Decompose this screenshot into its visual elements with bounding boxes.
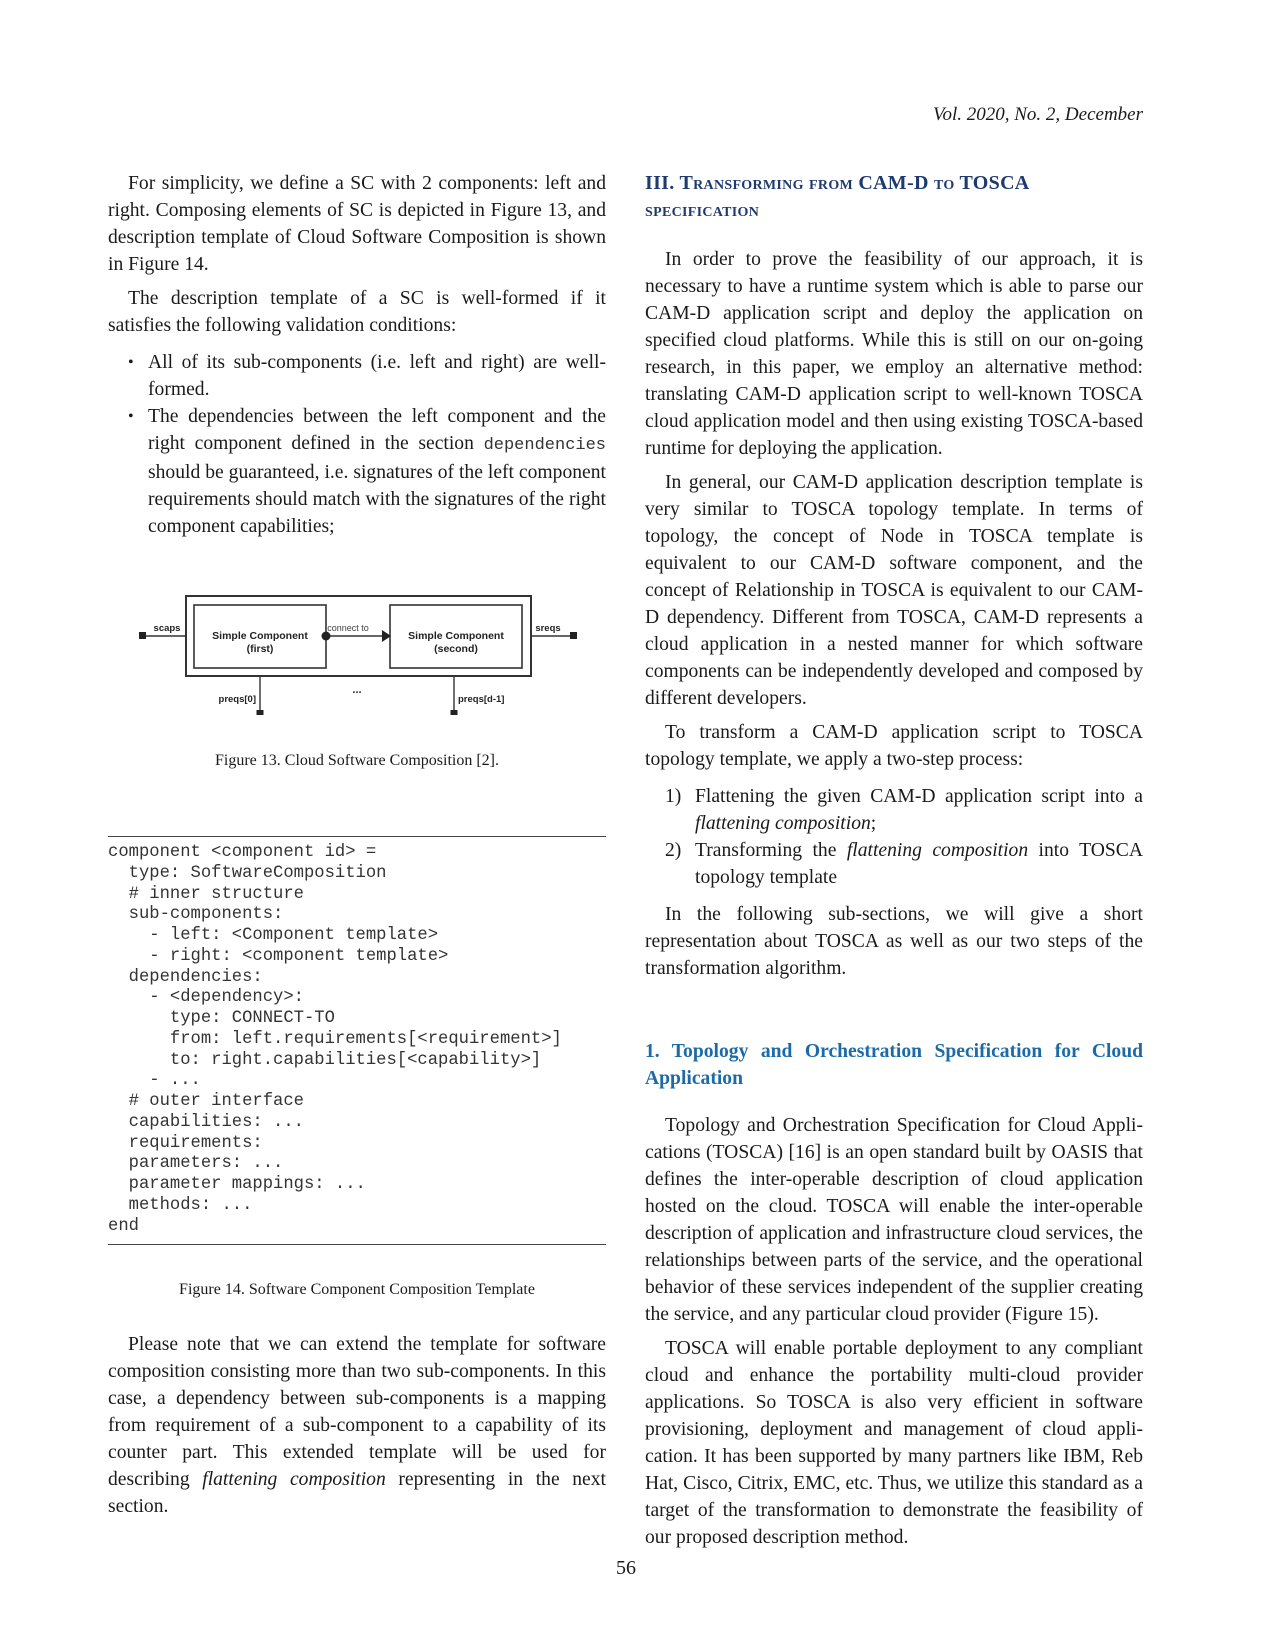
list-item: 1) Flattening the given CAM-D application…	[665, 783, 1143, 837]
emphasis: flattening composition	[846, 840, 1029, 861]
code-line: - left: <Component template>	[108, 926, 439, 945]
extension-paragraph: Please note that we can extend the templ…	[108, 1331, 606, 1520]
paragraph: In the following sub-sections, we will g…	[645, 904, 1143, 979]
text: Transforming the	[695, 840, 847, 861]
scaps-terminal	[139, 632, 146, 639]
code-line: from: left.requirements[<requirement>]	[108, 1029, 562, 1049]
running-head: Vol. 2020, No. 2, December	[932, 104, 1143, 125]
sreqs-terminal	[570, 632, 577, 639]
emphasis: flattening composition	[202, 1469, 386, 1490]
right-column: III. Transforming from CAM-D to TOSCA sp…	[645, 170, 1143, 1558]
sreqs-label: sreqs	[535, 623, 560, 634]
code-line: to: right.capabilities[<capability>]	[108, 1050, 542, 1070]
text: Flattening the given CAM-D application s…	[695, 786, 1143, 807]
code-line: - ...	[108, 1071, 201, 1091]
subsection-heading: 1. Topology and Orchestration Specificat…	[645, 1041, 1143, 1089]
second-component-subtitle: (second)	[434, 643, 478, 655]
preqs-d-1-terminal	[450, 710, 458, 717]
left-column-bottom: Please note that we can extend the templ…	[108, 1331, 606, 1527]
validation-intro-paragraph: The description template of a SC is well…	[108, 288, 606, 336]
first-component-subtitle: (first)	[247, 643, 274, 655]
code-line: # inner structure	[108, 884, 304, 904]
transformation-steps-list: 1) Flattening the given CAM-D application…	[645, 783, 1143, 891]
emphasis: flattening composition	[695, 813, 871, 834]
paragraph: In general, our CAM-D application descri…	[645, 472, 1143, 709]
second-component-title: Simple Component	[408, 630, 504, 642]
preqs-0-terminal	[256, 710, 264, 717]
paragraph: TOSCA will enable portable deployment to…	[645, 1338, 1143, 1548]
figure-14-code-block: component <component id> = type: Softwar…	[108, 836, 606, 1246]
code-line: - right: <component template>	[108, 946, 449, 966]
section-heading: III. Transforming from CAM-D to TOSCA sp…	[645, 172, 1029, 221]
list-item: All of its sub-components (i.e. left and…	[128, 349, 606, 403]
code-line: - <dependency>:	[108, 988, 304, 1008]
list-item: 2) Transforming the flattening compositio…	[665, 837, 1143, 891]
code-line: requirements:	[108, 1133, 263, 1153]
step-number: 1)	[665, 786, 682, 807]
validation-conditions-list: All of its sub-components (i.e. left and…	[108, 349, 606, 540]
code-line: capabilities: ...	[108, 1112, 304, 1132]
text: Please note that we can extend the templ…	[108, 1334, 606, 1490]
code-line: type: CONNECT-TO	[108, 1009, 335, 1028]
scaps-label: scaps	[154, 623, 181, 634]
connector-label: connect to	[327, 623, 369, 633]
preqs-0-label: preqs[0]	[219, 694, 256, 705]
code-line: component <component id> =	[108, 843, 377, 862]
figure-13-caption: Figure 13. Cloud Software Composition [2…	[215, 752, 499, 769]
code-line: dependencies:	[108, 967, 263, 987]
code-line: parameter mappings: ...	[108, 1175, 366, 1194]
paragraph: To transform a CAM-D application script …	[645, 722, 1143, 770]
intro-paragraph: For simplicity, we define a SC with 2 co…	[108, 173, 606, 275]
code-line: type: SoftwareComposition	[108, 863, 387, 883]
page-number: 56	[616, 1557, 636, 1579]
ellipsis: ...	[352, 684, 361, 696]
inline-code: dependencies	[483, 436, 606, 455]
code-line: # outer interface	[108, 1092, 304, 1111]
figure-14-caption: Figure 14. Software Component Compositio…	[179, 1281, 535, 1298]
code-line: sub-components:	[108, 905, 284, 925]
text: ;	[870, 813, 877, 834]
code-line: end	[108, 1216, 139, 1236]
paragraph: In order to prove the feasibility of our…	[645, 249, 1143, 459]
code-line: parameters: ...	[108, 1154, 284, 1174]
step-number: 2)	[665, 840, 682, 861]
list-item: The dependencies between the left compon…	[128, 403, 606, 540]
preqs-d-1-label: preqs[d-1]	[458, 694, 504, 705]
figure-13-diagram: Simple Component (first) Simple Componen…	[108, 585, 606, 717]
left-column: For simplicity, we define a SC with 2 co…	[108, 170, 606, 540]
text: should be guaranteed, i.e. signatures of…	[148, 462, 606, 537]
first-component-title: Simple Component	[212, 630, 308, 642]
code-line: methods: ...	[108, 1195, 253, 1215]
paragraph: Topology and Orchestration Specification…	[645, 1115, 1143, 1325]
